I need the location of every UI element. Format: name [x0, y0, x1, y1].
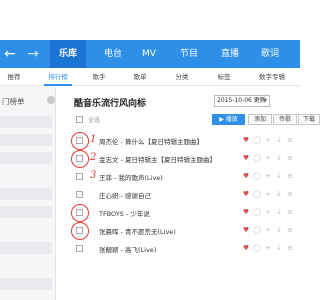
add-icon[interactable]: + — [264, 208, 272, 216]
add-icon[interactable]: + — [264, 172, 272, 180]
tab-library[interactable]: 乐库 — [50, 40, 86, 68]
subtab-playlists[interactable]: 歌单 — [128, 68, 152, 86]
back-arrow-icon[interactable]: ← — [2, 44, 18, 64]
row-checkbox[interactable] — [76, 245, 83, 252]
tab-lyrics[interactable]: 歌词 — [254, 40, 286, 68]
headphones-icon[interactable]: ◯ — [253, 172, 261, 180]
song-title[interactable]: 金志文 - 夏日特辑主【夏日特辑主题曲】 — [99, 154, 216, 164]
share-button[interactable]: 传歌 — [273, 114, 297, 125]
row-checkbox[interactable] — [76, 191, 83, 198]
headphones-icon[interactable]: ◯ — [253, 190, 261, 198]
add-icon[interactable]: + — [264, 226, 272, 234]
list-item[interactable]: 庄心妍 - 感谢自己 ♥ ◯ + ↓ ≡ — [74, 186, 300, 204]
headphones-icon[interactable]: ◯ — [253, 154, 261, 162]
forward-arrow-icon[interactable]: → — [25, 44, 41, 64]
heart-icon[interactable]: ♥ — [242, 244, 250, 252]
headphones-icon[interactable]: ◯ — [253, 208, 261, 216]
song-title[interactable]: 王菲 - 我的歌声(Live) — [99, 172, 163, 182]
toolbar: 全选 ▶ 播放 添加 传歌 下载 — [74, 113, 320, 127]
add-icon[interactable]: + — [264, 190, 272, 198]
add-icon[interactable]: + — [264, 154, 272, 162]
song-title[interactable]: 张靓颖 - 高飞(Live) — [99, 244, 156, 254]
subtab-charts[interactable]: 排行榜 — [44, 68, 72, 86]
download-icon[interactable]: ↓ — [275, 190, 283, 198]
add-icon[interactable]: + — [264, 244, 272, 252]
download-icon[interactable]: ↓ — [275, 244, 283, 252]
download-icon[interactable]: ↓ — [275, 172, 283, 180]
list-item[interactable]: 2 金志文 - 夏日特辑主【夏日特辑主题曲】 ♥ ◯ + ↓ ≡ — [74, 150, 300, 168]
tab-live[interactable]: 直播 — [214, 40, 246, 68]
download-icon[interactable]: ↓ — [275, 208, 283, 216]
tab-mv[interactable]: MV — [134, 40, 164, 68]
play-label: 播放 — [225, 116, 238, 123]
subtab-categories[interactable]: 分类 — [170, 68, 194, 86]
more-icon[interactable]: ≡ — [286, 226, 294, 234]
top-nav: ← → 乐库 电台 MV 节目 直播 歌词 — [0, 40, 300, 68]
sidebar: 门榜单 — [0, 86, 56, 300]
heart-icon[interactable]: ♥ — [242, 226, 250, 234]
subtab-singers[interactable]: 歌手 — [87, 68, 111, 86]
headphones-icon[interactable]: ◯ — [253, 244, 261, 252]
annotation-circle — [71, 204, 89, 222]
annotation-circle — [71, 150, 89, 168]
rank-number: 3 — [90, 170, 97, 181]
heart-icon[interactable]: ♥ — [242, 136, 250, 144]
sidebar-item[interactable] — [0, 206, 52, 218]
download-icon[interactable]: ↓ — [275, 154, 283, 162]
headphones-icon[interactable]: ◯ — [253, 136, 261, 144]
sidebar-item[interactable] — [0, 188, 52, 200]
list-item[interactable]: 张晨晖 - 青不愿荒无(Live) ♥ ◯ + ↓ ≡ — [74, 222, 300, 240]
more-icon[interactable]: ≡ — [286, 136, 294, 144]
heart-icon[interactable]: ♥ — [242, 208, 250, 216]
list-item[interactable]: 张靓颖 - 高飞(Live) ♥ ◯ + ↓ ≡ — [74, 240, 300, 258]
download-icon[interactable]: ↓ — [275, 136, 283, 144]
heart-icon[interactable]: ♥ — [242, 190, 250, 198]
sidebar-item[interactable] — [0, 116, 52, 128]
song-title[interactable]: 张晨晖 - 青不愿荒无(Live) — [99, 226, 176, 236]
row-checkbox[interactable] — [76, 173, 83, 180]
more-icon[interactable]: ≡ — [286, 172, 294, 180]
date-select[interactable]: 2015-10-06 更新 ▼ — [214, 95, 270, 107]
heart-icon[interactable]: ♥ — [242, 172, 250, 180]
annotation-circle — [71, 222, 89, 240]
song-title[interactable]: 庄心妍 - 感谢自己 — [99, 190, 151, 200]
song-title[interactable]: 周杰伦 - 算什么【夏日特辑主题曲】 — [99, 136, 203, 146]
list-item[interactable]: 3 王菲 - 我的歌声(Live) ♥ ◯ + ↓ ≡ — [74, 168, 300, 186]
download-button[interactable]: 下载 — [298, 114, 320, 125]
sub-nav: 推荐 排行榜 歌手 歌单 分类 标签 数字专辑 — [0, 68, 300, 86]
scroll-indicator-icon[interactable] — [47, 96, 55, 104]
list-item[interactable]: TFBOYS - 少年说 ♥ ◯ + ↓ ≡ — [74, 204, 300, 222]
tab-programs[interactable]: 节目 — [174, 40, 204, 68]
chevron-down-icon: ▼ — [263, 98, 267, 104]
sidebar-item[interactable] — [0, 134, 52, 146]
more-icon[interactable]: ≡ — [286, 208, 294, 216]
tab-radio[interactable]: 电台 — [96, 40, 130, 68]
subtab-digital-albums[interactable]: 数字专辑 — [252, 68, 292, 86]
headphones-icon[interactable]: ◯ — [253, 226, 261, 234]
subtab-recommend[interactable]: 推荐 — [2, 68, 26, 86]
sidebar-item[interactable] — [0, 242, 52, 254]
annotation-circle — [71, 132, 89, 150]
more-icon[interactable]: ≡ — [286, 154, 294, 162]
rank-number: 1 — [90, 134, 97, 145]
play-button[interactable]: ▶ 播放 — [212, 114, 245, 125]
rank-number: 2 — [90, 152, 97, 163]
list-item[interactable]: 1 周杰伦 - 算什么【夏日特辑主题曲】 ♥ ◯ + ↓ ≡ — [74, 132, 300, 150]
more-icon[interactable]: ≡ — [286, 190, 294, 198]
sidebar-item[interactable] — [0, 152, 52, 164]
sidebar-title: 门榜单 — [2, 97, 25, 106]
select-all-label: 全选 — [88, 117, 101, 124]
download-icon[interactable]: ↓ — [275, 226, 283, 234]
add-button[interactable]: 添加 — [248, 114, 272, 125]
date-value: 2015-10-06 更新 — [217, 97, 266, 104]
subtab-tags[interactable]: 标签 — [212, 68, 236, 86]
add-icon[interactable]: + — [264, 136, 272, 144]
heart-icon[interactable]: ♥ — [242, 154, 250, 162]
song-title[interactable]: TFBOYS - 少年说 — [99, 208, 150, 218]
page-title: 酷音乐流行风向标 — [74, 99, 147, 109]
sidebar-item[interactable] — [0, 278, 52, 290]
more-icon[interactable]: ≡ — [286, 244, 294, 252]
select-all-checkbox[interactable] — [76, 116, 83, 123]
